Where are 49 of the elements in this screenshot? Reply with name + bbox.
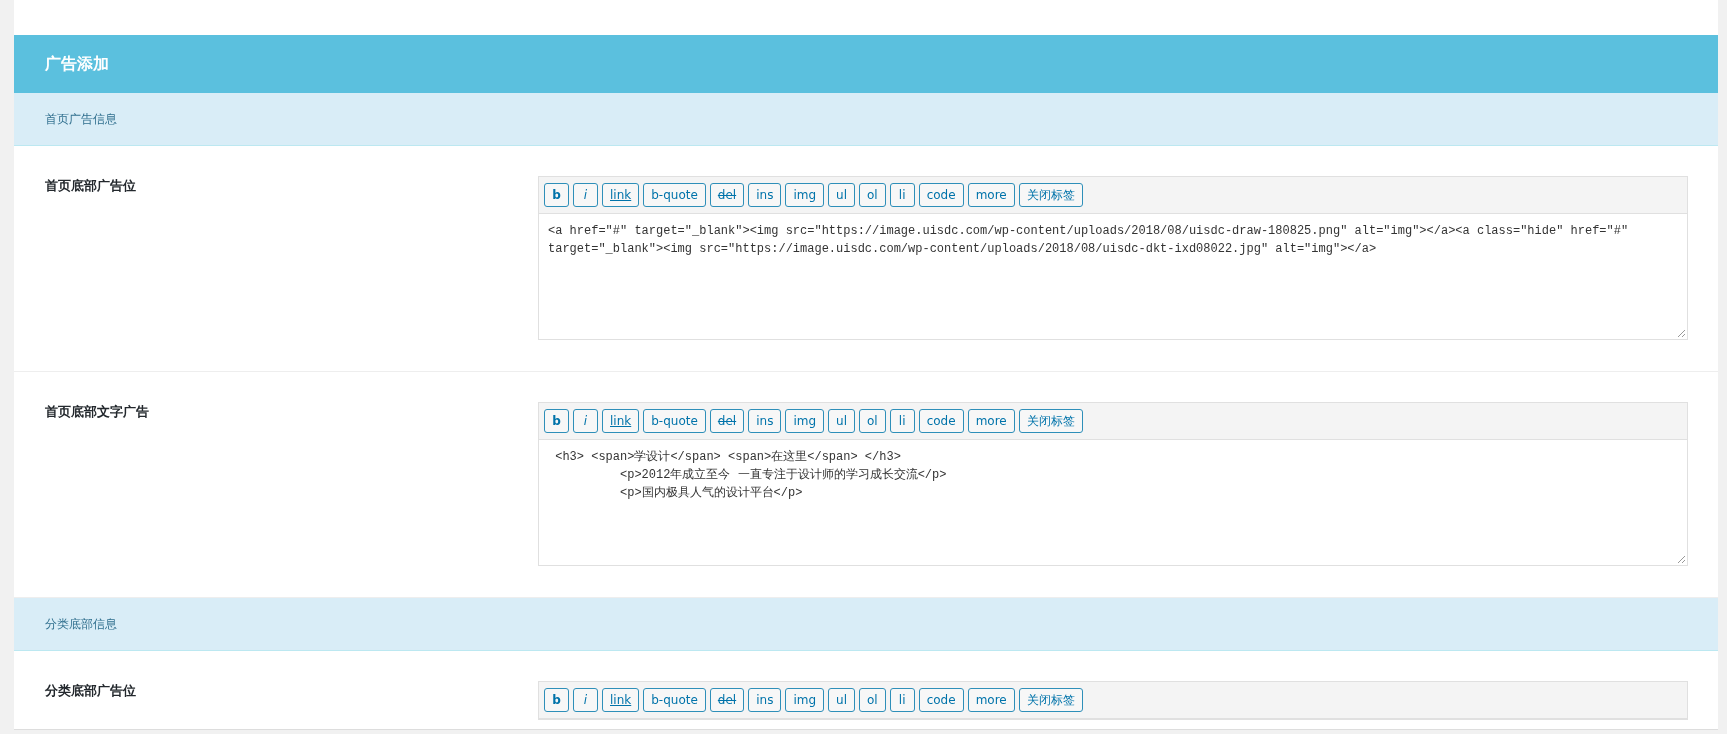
format-button[interactable]: ol (859, 409, 886, 433)
section-title: 首页广告信息 (45, 110, 117, 128)
format-button[interactable]: link (602, 409, 640, 433)
format-button[interactable]: del (709, 409, 745, 433)
format-button[interactable]: 关闭标签 (1018, 688, 1083, 712)
format-button[interactable]: ul (828, 688, 855, 712)
format-button[interactable]: ul (828, 409, 855, 433)
format-button[interactable]: li (889, 409, 915, 433)
format-button[interactable]: b-quote (643, 688, 706, 712)
format-button[interactable]: link (602, 688, 640, 712)
field-label: 分类底部广告位 (44, 682, 137, 700)
format-button[interactable]: code (918, 688, 964, 712)
format-button[interactable]: img (785, 409, 825, 433)
field-label: 首页底部广告位 (44, 177, 137, 195)
format-button[interactable]: ins (748, 688, 782, 712)
format-button[interactable]: ins (748, 183, 782, 207)
format-button[interactable]: b-quote (643, 409, 706, 433)
format-button[interactable]: ul (828, 183, 855, 207)
resize-handle-icon[interactable] (1677, 555, 1686, 564)
format-button[interactable]: img (785, 688, 825, 712)
format-button[interactable]: li (889, 688, 915, 712)
resize-handle-icon[interactable] (1677, 329, 1686, 338)
format-button[interactable]: more (967, 688, 1015, 712)
format-button[interactable]: i (573, 409, 598, 433)
format-button[interactable]: del (709, 183, 745, 207)
format-button[interactable]: li (889, 183, 915, 207)
format-button[interactable]: b-quote (643, 183, 706, 207)
format-button[interactable]: b (544, 409, 569, 433)
format-button[interactable]: img (785, 183, 825, 207)
field-label: 首页底部文字广告 (44, 403, 150, 421)
text-content: <a href="#" target="_blank"><img src="https://image.uisdc.com/wp-content/uploads/2018/08/uisdc-draw-180825.png" alt="img"></a><a class="hide" href="#" target="_blank"><img src="https://image.uisdc.com/wp-content/uploads/2018/08/uisdc-dkt-ixd08022.jpg" alt="img"></a> (548, 224, 1630, 256)
format-button[interactable]: code (918, 183, 964, 207)
format-button[interactable]: del (709, 688, 745, 712)
format-button[interactable]: b (544, 183, 569, 207)
format-button[interactable]: ol (859, 183, 886, 207)
format-button[interactable]: more (967, 409, 1015, 433)
format-button[interactable]: ins (748, 409, 782, 433)
panel-title: 广告添加 (45, 53, 109, 75)
format-button[interactable]: b (544, 688, 569, 712)
format-button[interactable]: code (918, 409, 964, 433)
format-button[interactable]: 关闭标签 (1018, 409, 1083, 433)
format-button[interactable]: i (573, 688, 598, 712)
format-button[interactable]: i (573, 183, 598, 207)
text-content: <h3> <span>学设计</span> <span>在这里</span> </h3> <p>2012年成立至今 一直专注于设计师的学习成长交流</p> <p>国内极具人气的设计平台</p> (554, 450, 947, 500)
format-button[interactable]: link (602, 183, 640, 207)
format-button[interactable]: 关闭标签 (1018, 183, 1083, 207)
format-button[interactable]: ol (859, 688, 886, 712)
format-button[interactable]: more (967, 183, 1015, 207)
section-title: 分类底部信息 (45, 615, 117, 633)
